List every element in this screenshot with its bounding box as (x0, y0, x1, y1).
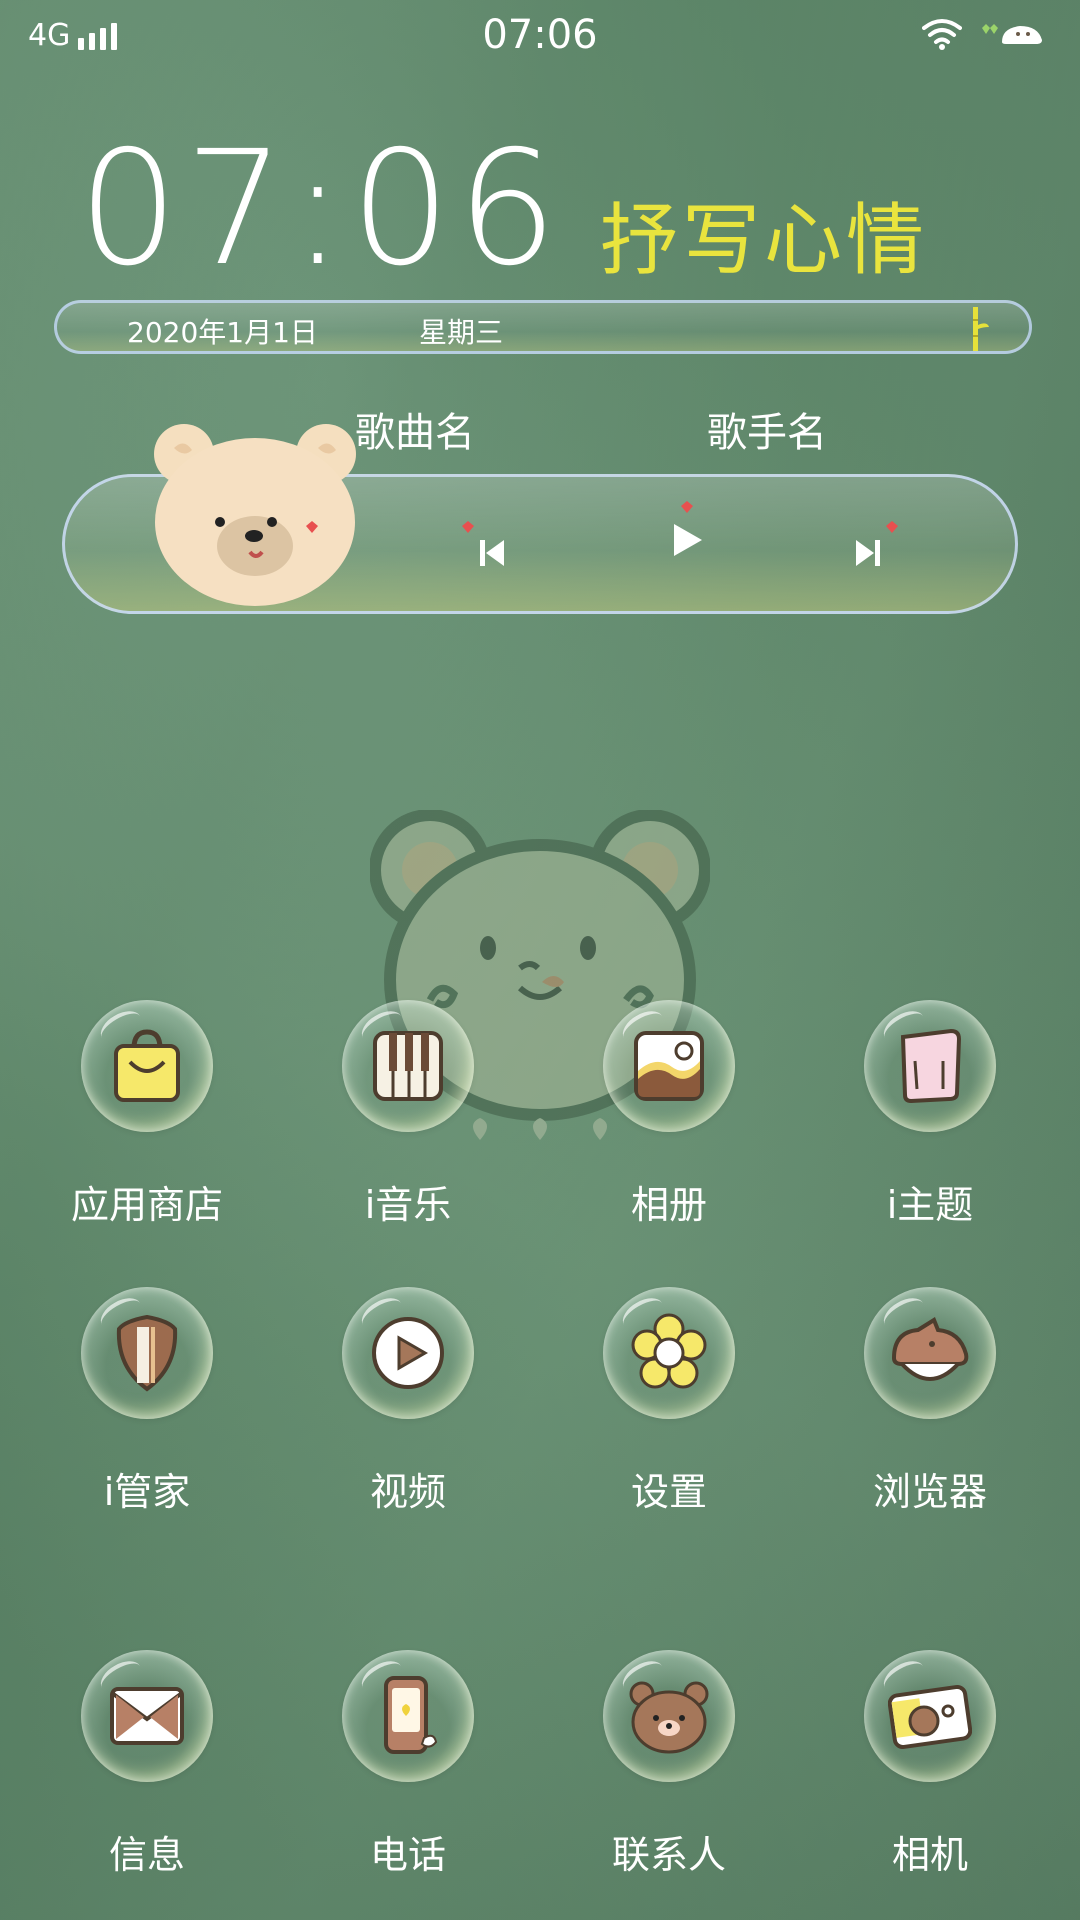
app-music-bubble[interactable] (342, 1000, 474, 1132)
app-label-browser: 浏览器 (872, 1470, 987, 1514)
play-video-icon (372, 1317, 444, 1389)
app-browser[interactable]: 浏览器 (820, 1287, 1040, 1516)
app-camera[interactable]: 相机 (820, 1650, 1040, 1879)
next-track-icon[interactable] (850, 520, 902, 572)
shopping-bag-icon (114, 1029, 180, 1102)
weekday-text: 星期三 (419, 316, 504, 349)
bear-contact-icon (629, 1681, 709, 1754)
app-settings[interactable]: 设置 (559, 1287, 779, 1516)
app-messages[interactable]: 信息 (37, 1650, 257, 1879)
app-gallery[interactable]: 相册 (559, 1000, 779, 1229)
app-phone[interactable]: 电话 (298, 1650, 518, 1879)
date-text: 2020年1月1日 (127, 316, 318, 349)
app-store[interactable]: 应用商店 (37, 1000, 257, 1229)
app-label-manager: i管家 (103, 1470, 191, 1514)
camera-icon (888, 1684, 972, 1749)
date-pill: 2020年1月1日 星期三 (54, 300, 1032, 354)
app-label-music: i音乐 (364, 1183, 452, 1227)
app-label-app-store: 应用商店 (70, 1183, 223, 1227)
wifi-icon (922, 19, 962, 50)
app-manager[interactable]: i管家 (37, 1287, 257, 1516)
battery-icon (982, 24, 1042, 44)
app-theme-bubble[interactable] (864, 1000, 996, 1132)
app-phone-bubble[interactable] (342, 1650, 474, 1782)
app-label-messages: 信息 (108, 1833, 185, 1877)
envelope-icon (110, 1687, 184, 1745)
app-label-video: 视频 (369, 1470, 446, 1514)
app-contacts-bubble[interactable] (603, 1650, 735, 1782)
app-label-camera: 相机 (891, 1833, 968, 1877)
app-label-gallery: 相册 (630, 1183, 707, 1227)
app-manager-bubble[interactable] (81, 1287, 213, 1419)
gallery-icon (634, 1031, 704, 1101)
shield-icon (116, 1314, 178, 1392)
mood-text[interactable]: 抒写心情 (600, 178, 928, 290)
app-camera-bubble[interactable] (864, 1650, 996, 1782)
app-theme[interactable]: i主题 (820, 1000, 1040, 1229)
bear-avatar-icon (154, 424, 356, 606)
app-label-contacts: 联系人 (611, 1833, 726, 1877)
app-gallery-bubble[interactable] (603, 1000, 735, 1132)
app-label-settings: 设置 (630, 1470, 707, 1514)
flower-settings-icon (631, 1313, 707, 1389)
widget-clock[interactable]: 07:06 (78, 130, 563, 288)
piano-icon (373, 1031, 443, 1101)
singer-name: 歌手名 (707, 410, 827, 456)
app-label-phone: 电话 (369, 1833, 446, 1877)
play-icon[interactable] (668, 500, 708, 564)
app-music[interactable]: i音乐 (298, 1000, 518, 1229)
app-label-theme: i主题 (886, 1183, 974, 1227)
previous-track-icon[interactable] (456, 520, 508, 572)
app-video[interactable]: 视频 (298, 1287, 518, 1516)
app-settings-bubble[interactable] (603, 1287, 735, 1419)
app-store-bubble[interactable] (81, 1000, 213, 1132)
status-time: 07:06 (482, 12, 598, 58)
status-icons (922, 18, 1046, 50)
theme-icon (900, 1028, 962, 1104)
song-name: 歌曲名 (355, 410, 475, 456)
app-browser-bubble[interactable] (864, 1287, 996, 1419)
bamboo-icon (973, 307, 989, 351)
app-messages-bubble[interactable] (81, 1650, 213, 1782)
app-contacts[interactable]: 联系人 (559, 1650, 779, 1879)
app-video-bubble[interactable] (342, 1287, 474, 1419)
phone-icon (384, 1676, 438, 1754)
browser-icon (891, 1317, 969, 1381)
status-bar: 4G 07:06 (0, 0, 1080, 76)
